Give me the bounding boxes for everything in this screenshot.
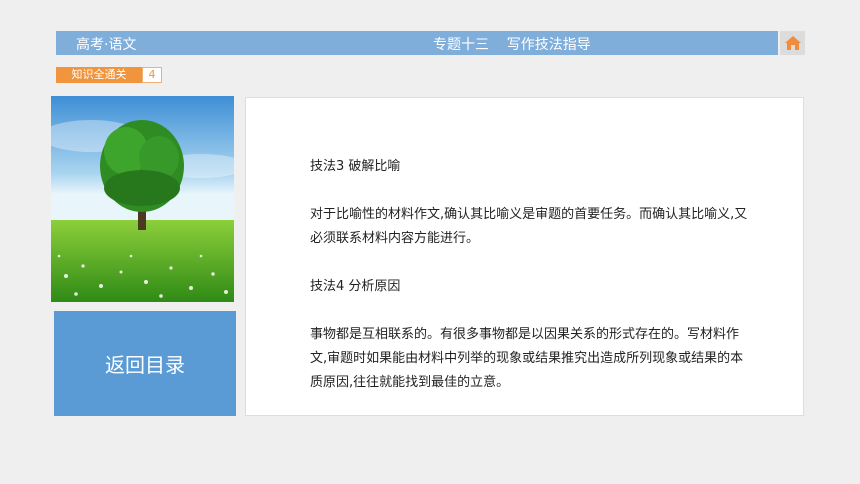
tree-meadow-image	[51, 96, 234, 302]
header-bar: 高考·语文 专题十三 写作技法指导	[56, 31, 778, 55]
home-icon	[784, 36, 801, 50]
home-button[interactable]	[780, 31, 805, 55]
content-panel: 技法3 破解比喻 对于比喻性的材料作文,确认其比喻义是审题的首要任务。而确认其比…	[245, 97, 804, 416]
technique-3-heading: 技法3 破解比喻	[310, 159, 401, 174]
technique-3-body: 对于比喻性的材料作文,确认其比喻义是审题的首要任务。而确认其比喻义,又必须联系材…	[310, 207, 748, 246]
section-tag-label: 知识全通关	[56, 67, 142, 83]
technique-4-heading: 技法4 分析原因	[310, 279, 401, 294]
section-tag: 知识全通关 4	[56, 67, 162, 83]
back-to-contents-button[interactable]: 返回目录	[54, 311, 236, 416]
section-tag-number: 4	[142, 67, 162, 83]
technique-4-body: 事物都是互相联系的。有很多事物都是以因果关系的形式存在的。写材料作文,审题时如果…	[310, 327, 744, 390]
topic-title: 专题十三 写作技法指导	[433, 37, 591, 53]
course-title: 高考·语文	[76, 37, 137, 53]
